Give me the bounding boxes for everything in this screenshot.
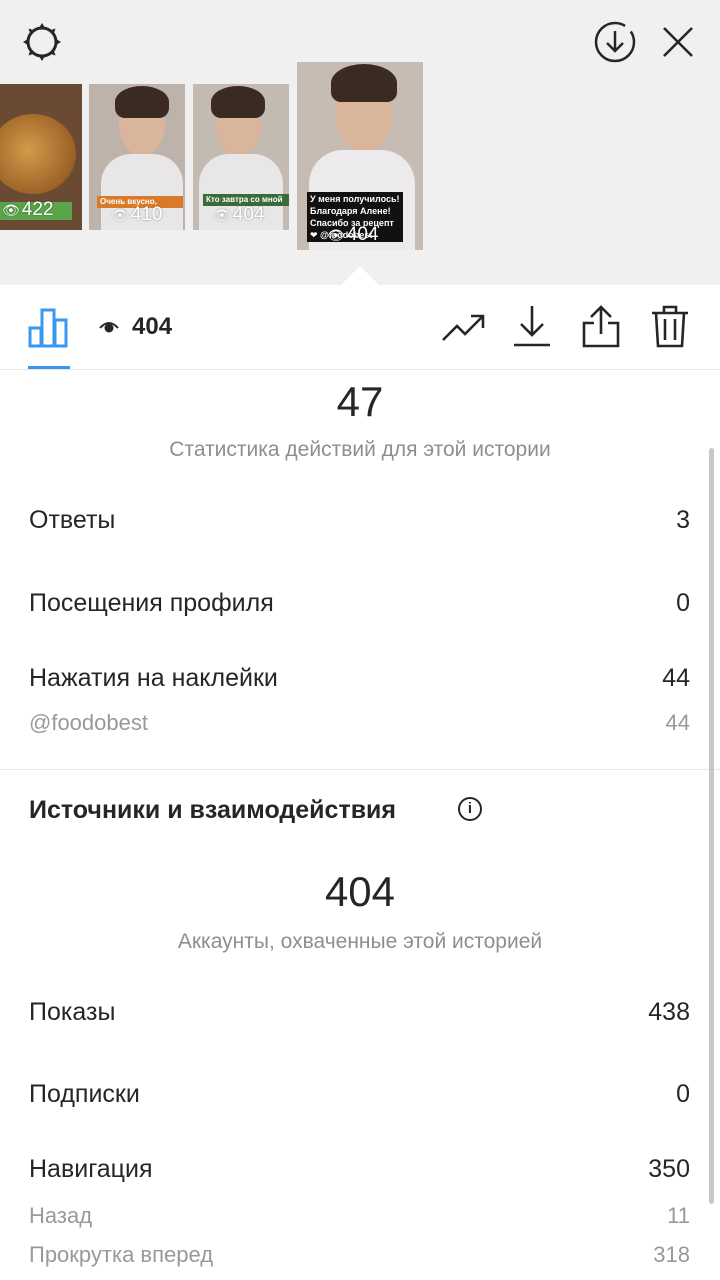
gear-icon[interactable] bbox=[20, 20, 64, 64]
share-icon[interactable] bbox=[580, 304, 622, 348]
story-thumbnail[interactable]: 👁 422 bbox=[0, 84, 82, 230]
follows-value: 0 bbox=[676, 1080, 690, 1108]
story-thumbnail-selected[interactable]: У меня получилось! Благодаря Алене! Спас… bbox=[297, 62, 423, 250]
trending-icon[interactable] bbox=[441, 308, 487, 348]
scrollbar[interactable] bbox=[709, 448, 714, 1204]
selected-pointer bbox=[340, 266, 380, 286]
eye-icon: 👁 bbox=[327, 226, 345, 243]
profile-visits-value: 0 bbox=[676, 589, 690, 617]
eye-icon: 👁 bbox=[2, 201, 20, 218]
trash-icon[interactable] bbox=[650, 304, 690, 348]
thumbnail-views: 👁 422 bbox=[2, 199, 54, 220]
eye-icon bbox=[98, 318, 120, 336]
back-value: 11 bbox=[667, 1203, 690, 1228]
actions-total: 47 bbox=[336, 378, 384, 425]
views-count: 404 bbox=[132, 313, 173, 340]
sticker-mention-label[interactable]: @foodobest bbox=[29, 710, 148, 736]
active-tab-indicator bbox=[28, 366, 70, 369]
close-icon[interactable] bbox=[660, 24, 696, 60]
forward-label: Прокрутка вперед bbox=[29, 1242, 214, 1267]
navigation-label: Навигация bbox=[29, 1155, 153, 1183]
actions-caption: Статистика действий для этой истории bbox=[169, 438, 551, 461]
thumbnail-views: 👁 404 bbox=[327, 224, 379, 245]
discovery-title: Источники и взаимодействия bbox=[29, 796, 397, 824]
impressions-label: Показы bbox=[29, 998, 116, 1026]
download-icon[interactable] bbox=[512, 304, 552, 348]
info-icon[interactable]: i bbox=[458, 797, 482, 821]
sticker-taps-label: Нажатия на наклейки bbox=[29, 664, 278, 692]
eye-icon: 👁 bbox=[213, 206, 231, 223]
reach-caption: Аккаунты, охваченные этой историей bbox=[177, 930, 543, 953]
thumbnail-views: 👁 410 bbox=[111, 204, 163, 225]
reach-count: 404 bbox=[324, 868, 396, 915]
story-thumbnail[interactable]: Кто завтра со мной 👁 404 bbox=[193, 84, 289, 230]
story-thumbnail[interactable]: Очень вкусно, 👁 410 bbox=[89, 84, 185, 230]
sticker-taps-value: 44 bbox=[662, 664, 690, 692]
sticker-mention-value: 44 bbox=[665, 710, 690, 735]
follows-label: Подписки bbox=[29, 1080, 140, 1108]
back-label: Назад bbox=[29, 1203, 93, 1228]
profile-visits-label: Посещения профиля bbox=[29, 589, 274, 617]
section-divider bbox=[0, 769, 720, 770]
insights-bar-chart-icon[interactable] bbox=[28, 306, 70, 348]
eye-icon: 👁 bbox=[111, 206, 129, 223]
thumbnail-views: 👁 404 bbox=[213, 204, 265, 225]
replies-value: 3 bbox=[676, 506, 690, 534]
impressions-value: 438 bbox=[648, 998, 690, 1026]
navigation-value: 350 bbox=[648, 1155, 690, 1183]
pancake-image bbox=[0, 114, 76, 194]
forward-value: 318 bbox=[653, 1242, 690, 1267]
replies-label: Ответы bbox=[29, 506, 116, 534]
download-circle-icon[interactable] bbox=[592, 19, 638, 65]
